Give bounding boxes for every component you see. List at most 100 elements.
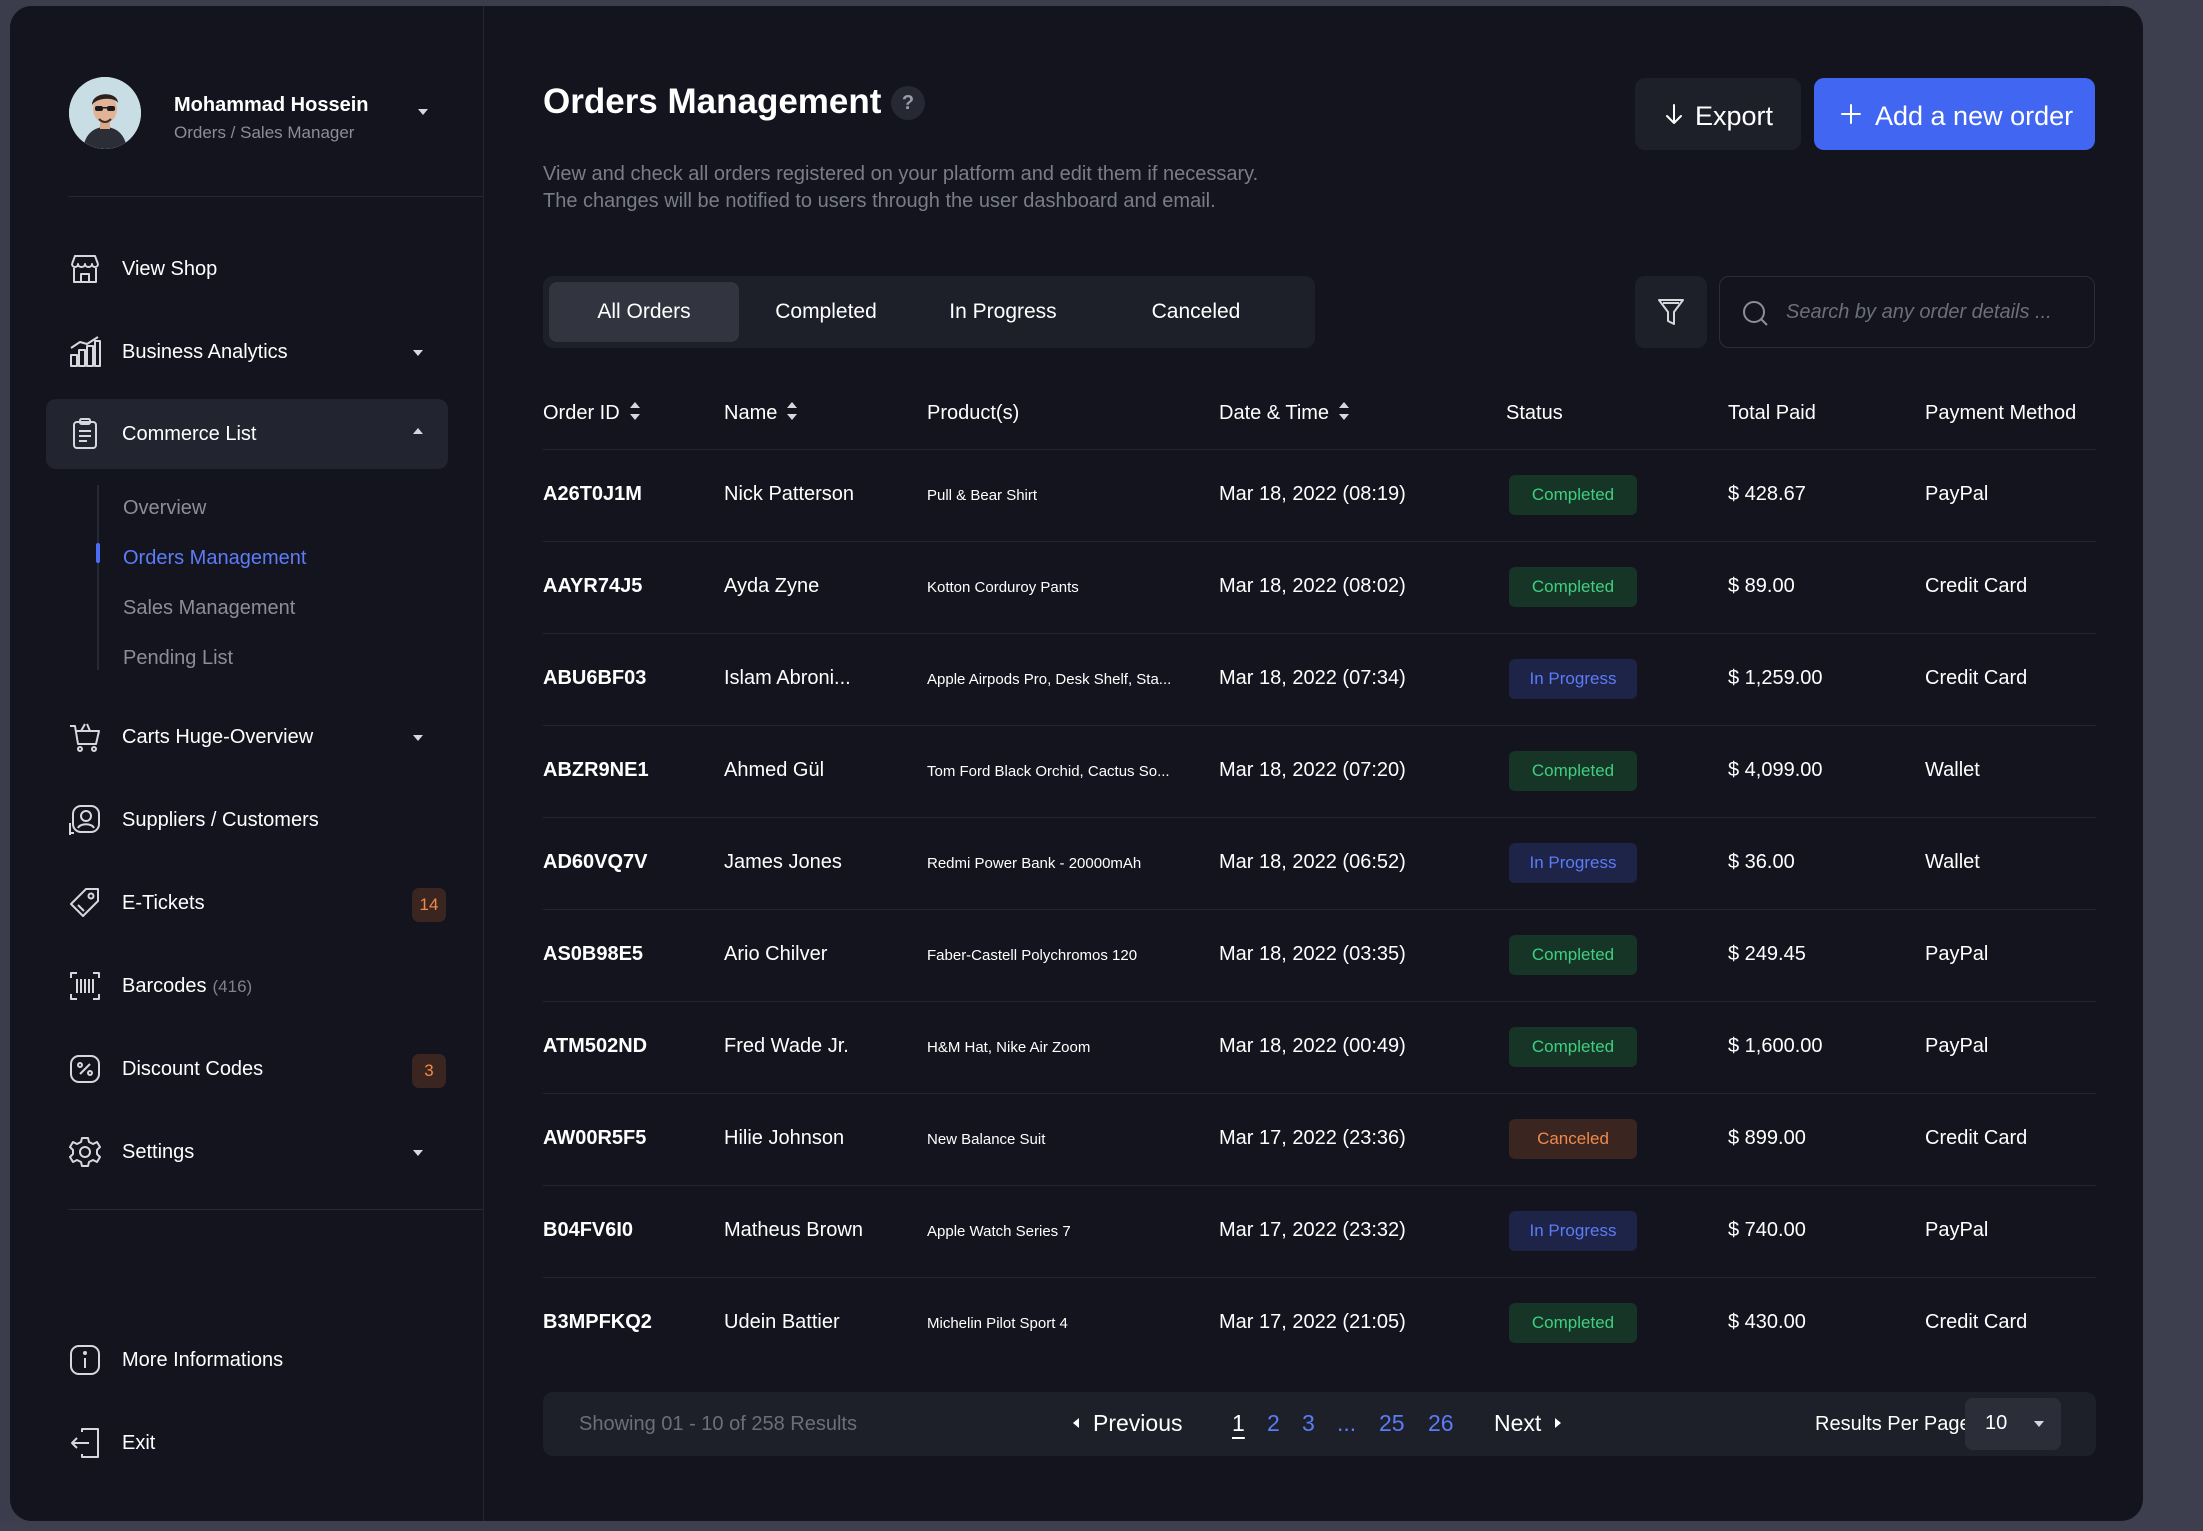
page-ellipsis[interactable]: ... (1337, 1410, 1356, 1437)
status-badge: Completed (1509, 567, 1637, 607)
total-paid-cell: $ 1,259.00 (1728, 667, 1823, 689)
customer-name-cell: Fred Wade Jr. (724, 1035, 849, 1057)
table-row[interactable]: A26T0J1M Nick Patterson Pull & Bear Shirt M… (543, 450, 2096, 542)
submenu-active-marker (96, 543, 100, 563)
customer-name-cell: Matheus Brown (724, 1219, 863, 1241)
table-row[interactable]: AD60VQ7V James Jones Redmi Power Bank - 20… (543, 818, 2096, 910)
arrow-down-icon (1666, 104, 1682, 124)
info-icon (68, 1343, 102, 1377)
sidebar-item-barcodes[interactable]: Barcodes (416) (46, 951, 448, 1021)
table-header: Order ID Name Product(s) Date & Time Sta… (543, 384, 2096, 450)
sidebar-item-exit[interactable]: Exit (46, 1408, 448, 1478)
sidebar-item-label: Suppliers / Customers (122, 809, 319, 831)
search-input[interactable] (1786, 297, 2076, 327)
help-icon[interactable]: ? (891, 86, 925, 120)
page-description: View and check all orders registered on … (543, 161, 1363, 215)
submenu-item-sales-management[interactable]: Sales Management (123, 597, 295, 620)
user-profile[interactable]: Mohammad Hossein Orders / Sales Manager (69, 77, 441, 149)
cart-icon (68, 720, 102, 754)
status-badge: Completed (1509, 1303, 1637, 1343)
sidebar: Mohammad Hossein Orders / Sales Manager … (10, 6, 484, 1521)
sidebar-item-view-shop[interactable]: View Shop (46, 234, 448, 304)
app-window: Mohammad Hossein Orders / Sales Manager … (10, 6, 2143, 1521)
sidebar-item-commerce-list[interactable]: Commerce List (46, 399, 448, 469)
tab-in-progress[interactable]: In Progress (915, 282, 1091, 342)
sidebar-item-more-informations[interactable]: More Informations (46, 1325, 448, 1395)
table-row[interactable]: AW00R5F5 Hilie Johnson New Balance Suit Mar… (543, 1094, 2096, 1186)
table-row[interactable]: AAYR74J5 Ayda Zyne Kotton Corduroy Pants Ma… (543, 542, 2096, 634)
sort-icon[interactable] (1339, 401, 1350, 420)
submenu-item-pending-list[interactable]: Pending List (123, 647, 233, 670)
column-header-name[interactable]: Name (724, 401, 798, 425)
add-order-button[interactable]: Add a new order (1814, 78, 2095, 150)
notification-badge: 14 (412, 888, 446, 922)
sort-icon[interactable] (629, 401, 640, 420)
order-id-cell: B04FV6I0 (543, 1219, 634, 1241)
table-row[interactable]: B3MPFKQ2 Udein Battier Michelin Pilot Spor… (543, 1278, 2096, 1370)
page-link-2[interactable]: 2 (1267, 1410, 1280, 1437)
table-row[interactable]: ATM502ND Fred Wade Jr. H&M Hat, Nike Air Z… (543, 1002, 2096, 1094)
chevron-down-icon (413, 350, 423, 356)
order-id-cell: ATM502ND (543, 1035, 648, 1057)
user-icon (68, 803, 102, 837)
date-cell: Mar 17, 2022 (23:32) (1219, 1219, 1406, 1241)
tab-all-orders[interactable]: All Orders (549, 282, 739, 342)
column-header-order-id[interactable]: Order ID (543, 401, 640, 425)
submenu-item-orders-management[interactable]: Orders Management (123, 547, 306, 570)
results-per-page-label: Results Per Page: (1815, 1413, 1977, 1435)
table-row[interactable]: AS0B98E5 Ario Chilver Faber-Castell Polych… (543, 910, 2096, 1002)
payment-method-cell: PayPal (1925, 1219, 1989, 1241)
chevron-left-icon (1073, 1418, 1079, 1428)
chevron-right-icon (1555, 1418, 1562, 1428)
customer-name-cell: Ayda Zyne (724, 575, 820, 597)
tab-completed[interactable]: Completed (743, 282, 909, 342)
page-link-3[interactable]: 3 (1302, 1410, 1315, 1437)
chevron-down-icon[interactable] (418, 109, 428, 115)
store-icon (68, 252, 102, 286)
results-per-page-select[interactable]: 10 (1965, 1398, 2061, 1450)
previous-button[interactable]: Previous (1073, 1410, 1182, 1437)
next-button[interactable]: Next (1494, 1410, 1562, 1437)
page-link-25[interactable]: 25 (1379, 1410, 1405, 1437)
payment-method-cell: Credit Card (1925, 1127, 2028, 1149)
tab-canceled[interactable]: Canceled (1103, 282, 1289, 342)
date-cell: Mar 18, 2022 (08:19) (1219, 483, 1406, 505)
page-link-26[interactable]: 26 (1428, 1410, 1454, 1437)
chevron-down-icon (413, 1150, 423, 1156)
sort-icon[interactable] (787, 401, 798, 420)
sidebar-item-e-tickets[interactable]: E-Tickets 14 (46, 868, 448, 938)
sidebar-item-settings[interactable]: Settings (46, 1117, 448, 1187)
date-cell: Mar 18, 2022 (00:49) (1219, 1035, 1406, 1057)
order-id-cell: AD60VQ7V (543, 851, 648, 873)
sidebar-item-discount-codes[interactable]: Discount Codes 3 (46, 1034, 448, 1104)
sidebar-item-carts-overview[interactable]: Carts Huge-Overview (46, 702, 448, 772)
table-row[interactable]: ABZR9NE1 Ahmed Gül Tom Ford Black Orchid, … (543, 726, 2096, 818)
clipboard-icon (68, 417, 102, 451)
profile-name: Mohammad Hossein (174, 94, 369, 116)
payment-method-cell: PayPal (1925, 483, 1989, 505)
table-row[interactable]: B04FV6I0 Matheus Brown Apple Watch Series … (543, 1186, 2096, 1278)
sidebar-item-suppliers-customers[interactable]: Suppliers / Customers (46, 785, 448, 855)
table-row[interactable]: ABU6BF03 Islam Abroni... Apple Airpods Pro… (543, 634, 2096, 726)
search-box (1719, 276, 2095, 348)
divider (68, 1209, 484, 1210)
customer-name-cell: Ahmed Gül (724, 759, 825, 781)
payment-method-cell: Wallet (1925, 851, 1980, 873)
sidebar-item-business-analytics[interactable]: Business Analytics (46, 317, 448, 387)
page-link-1[interactable]: 1 (1232, 1410, 1245, 1437)
date-cell: Mar 17, 2022 (23:36) (1219, 1127, 1406, 1149)
column-header-products: Product(s) (927, 402, 1020, 424)
status-badge: Completed (1509, 475, 1637, 515)
date-cell: Mar 18, 2022 (06:52) (1219, 851, 1406, 873)
products-cell: H&M Hat, Nike Air Zoom (927, 1039, 1091, 1056)
products-cell: Apple Airpods Pro, Desk Shelf, Sta... (927, 671, 1172, 688)
sidebar-item-label: Exit (122, 1432, 156, 1454)
chevron-down-icon (2034, 1421, 2044, 1427)
filter-button[interactable] (1635, 276, 1707, 348)
sidebar-item-label: Settings (122, 1141, 195, 1163)
export-button[interactable]: Export (1635, 78, 1801, 150)
filter-icon (1658, 299, 1684, 325)
column-header-date[interactable]: Date & Time (1219, 401, 1350, 425)
submenu-item-overview[interactable]: Overview (123, 497, 206, 520)
description-line: The changes will be notified to users th… (543, 190, 1216, 212)
